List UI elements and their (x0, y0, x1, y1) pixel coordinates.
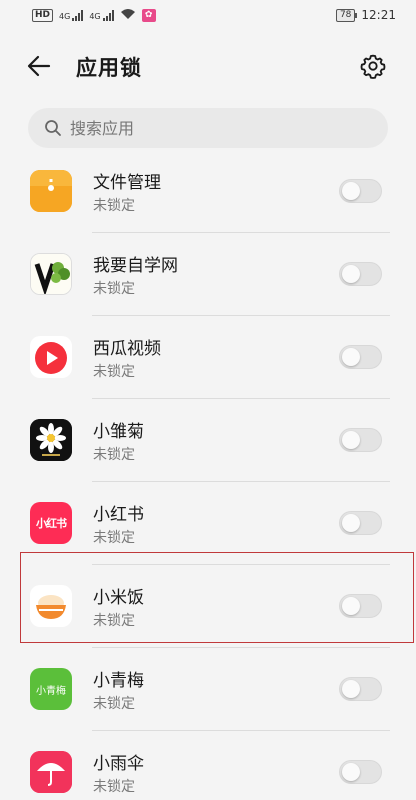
app-icon-text: 小青梅 (36, 685, 66, 697)
gear-icon (360, 54, 386, 79)
lock-status: 未锁定 (93, 530, 135, 546)
lock-toggle[interactable] (339, 262, 382, 286)
list-item[interactable]: 小米饭 未锁定 (0, 565, 416, 648)
lock-status: 未锁定 (93, 779, 135, 795)
xiaoqingmei-icon: 小青梅 (30, 668, 72, 710)
hd-indicator: HD (32, 8, 54, 22)
list-item[interactable]: 文件管理 未锁定 (0, 150, 416, 233)
lock-status: 未锁定 (93, 696, 135, 712)
app-name: 小红书 (93, 505, 144, 525)
battery-icon: 78 (335, 8, 358, 22)
list-item[interactable]: 西瓜视频 未锁定 (0, 316, 416, 399)
settings-button[interactable] (356, 50, 390, 82)
app-name: 文件管理 (93, 173, 161, 193)
app-notification-icon: ✿ (141, 8, 156, 22)
lock-toggle[interactable] (339, 511, 382, 535)
daisy-icon (30, 419, 72, 461)
lock-toggle[interactable] (339, 677, 382, 701)
app-name: 小米饭 (93, 588, 144, 608)
network-indicator-2: 4G (89, 9, 114, 21)
lock-toggle[interactable] (339, 179, 382, 203)
list-item[interactable]: 小青梅 小青梅 未锁定 (0, 648, 416, 731)
rice-bowl-icon (30, 585, 72, 627)
woyaozixue-icon (30, 253, 72, 295)
app-name: 小雨伞 (93, 754, 144, 774)
network-type-label-1: 4G (59, 11, 71, 21)
status-right: 78 12:21 (335, 8, 396, 22)
page-title: 应用锁 (76, 56, 142, 80)
status-bar: HD 4G 4G ✿ 78 12:21 (0, 0, 416, 30)
list-item[interactable]: 我要自学网 未锁定 (0, 233, 416, 316)
list-item[interactable]: 小红书 小红书 未锁定 (0, 482, 416, 565)
lock-status: 未锁定 (93, 198, 135, 214)
lock-status: 未锁定 (93, 447, 135, 463)
back-button[interactable] (22, 51, 56, 81)
status-left: HD 4G 4G ✿ (32, 8, 156, 23)
wifi-icon (120, 8, 136, 23)
lock-status: 未锁定 (93, 281, 135, 297)
app-name: 西瓜视频 (93, 339, 161, 359)
title-bar: 应用锁 (0, 40, 416, 92)
app-icon-text: 小红书 (36, 517, 67, 530)
app-list: 文件管理 未锁定 我要自学网 未锁定 西瓜视频 未锁定 小雏菊 未锁定 小红书 … (0, 150, 416, 800)
network-type-label-2: 4G (89, 11, 101, 21)
signal-strength-icon (72, 9, 84, 21)
lock-toggle[interactable] (339, 428, 382, 452)
network-indicator-1: 4G (59, 9, 84, 21)
xiaohongshu-icon: 小红书 (30, 502, 72, 544)
lock-toggle[interactable] (339, 760, 382, 784)
arrow-left-icon (27, 55, 51, 77)
clock: 12:21 (361, 8, 396, 22)
lock-status: 未锁定 (93, 364, 135, 380)
app-name: 我要自学网 (93, 256, 178, 276)
search-bar[interactable] (28, 108, 388, 148)
search-icon (42, 117, 64, 139)
xigua-video-icon (30, 336, 72, 378)
file-manager-icon (30, 170, 72, 212)
list-item[interactable]: 小雨伞 未锁定 (0, 731, 416, 800)
umbrella-icon (30, 751, 72, 793)
list-item[interactable]: 小雏菊 未锁定 (0, 399, 416, 482)
signal-strength-icon (102, 9, 114, 21)
lock-toggle[interactable] (339, 594, 382, 618)
app-name: 小青梅 (93, 671, 144, 691)
lock-toggle[interactable] (339, 345, 382, 369)
search-input[interactable] (70, 118, 370, 138)
app-name: 小雏菊 (93, 422, 144, 442)
lock-status: 未锁定 (93, 613, 135, 629)
